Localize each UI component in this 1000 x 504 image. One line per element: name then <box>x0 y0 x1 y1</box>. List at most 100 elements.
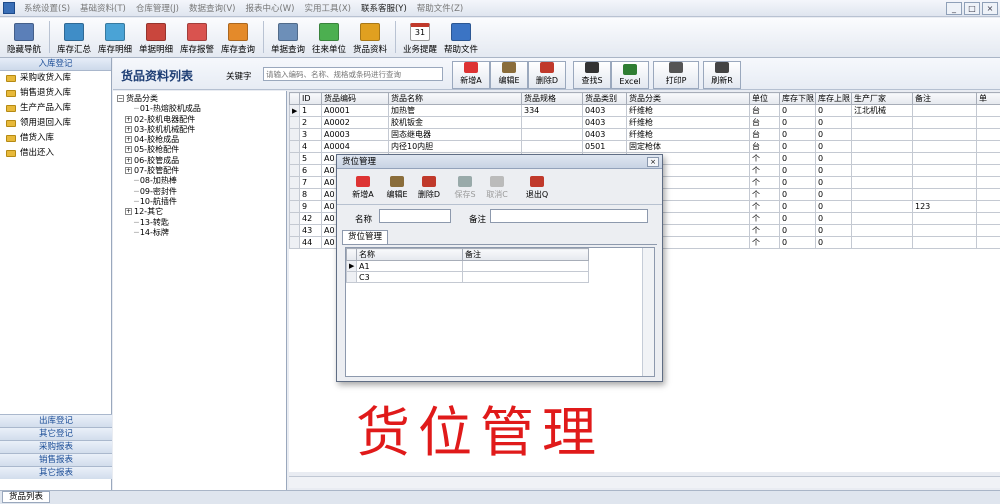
help-file-button[interactable]: 帮助文件 <box>441 23 481 57</box>
row-header[interactable] <box>289 128 300 141</box>
table-cell[interactable]: 个 <box>749 212 780 225</box>
nav-item-5[interactable]: 借出还入 <box>0 146 111 161</box>
expand-icon[interactable]: + <box>125 167 132 175</box>
column-header[interactable]: 货品类别 <box>582 92 627 105</box>
table-cell[interactable] <box>851 200 913 213</box>
expand-icon[interactable]: + <box>125 156 132 164</box>
table-cell[interactable] <box>976 104 1000 117</box>
table-cell[interactable] <box>912 152 977 165</box>
column-header[interactable]: 库存上限 <box>815 92 852 105</box>
table-cell[interactable] <box>851 212 913 225</box>
dialog-cell[interactable]: C3 <box>356 271 463 284</box>
table-cell[interactable]: 5 <box>299 152 322 165</box>
table-cell[interactable]: 内径10内胆 <box>388 140 522 153</box>
table-cell[interactable] <box>976 152 1000 165</box>
table-cell[interactable] <box>851 128 913 141</box>
keyword-search-input[interactable] <box>263 67 443 81</box>
column-header[interactable]: ID <box>299 92 322 105</box>
table-cell[interactable]: 台 <box>749 116 780 129</box>
row-header[interactable] <box>289 188 300 201</box>
table-cell[interactable]: 0403 <box>582 116 627 129</box>
nav-group-0[interactable]: 出库登记 <box>0 414 112 427</box>
tab-location-management[interactable]: 货位管理 <box>342 230 389 244</box>
table-cell[interactable]: A0001 <box>321 104 389 117</box>
tab-goods-list[interactable]: 货品列表 <box>2 491 51 503</box>
table-cell[interactable] <box>851 140 913 153</box>
expand-icon[interactable]: + <box>125 146 132 154</box>
inventory-detail-button[interactable]: 库存明细 <box>95 23 135 57</box>
menu-item-5[interactable]: 实用工具(X) <box>300 2 356 14</box>
close-button[interactable]: × <box>982 2 998 15</box>
table-cell[interactable] <box>976 212 1000 225</box>
table-cell[interactable] <box>521 128 583 141</box>
table-cell[interactable]: 纤维枪 <box>626 128 750 141</box>
table-cell[interactable]: 0 <box>815 188 852 201</box>
table-cell[interactable]: 6 <box>299 164 322 177</box>
table-cell[interactable]: 0 <box>779 152 816 165</box>
table-cell[interactable]: 0 <box>779 212 816 225</box>
menu-item-3[interactable]: 数据查询(V) <box>184 2 240 14</box>
dialog-cancel-button[interactable]: 取消C <box>481 176 513 200</box>
table-cell[interactable]: 加热管 <box>388 104 522 117</box>
table-cell[interactable]: 2 <box>299 116 322 129</box>
table-cell[interactable]: 0 <box>815 140 852 153</box>
excel-button[interactable]: Excel <box>611 61 649 89</box>
tree-node-0[interactable]: ─01-热熔胶机成品 <box>117 104 286 114</box>
table-cell[interactable]: 个 <box>749 164 780 177</box>
table-cell[interactable]: 0 <box>815 116 852 129</box>
dialog-column-header[interactable]: 名称 <box>356 248 463 261</box>
table-cell[interactable] <box>912 236 977 249</box>
table-cell[interactable] <box>976 236 1000 249</box>
nav-group-2[interactable]: 采购报表 <box>0 440 112 453</box>
table-row[interactable]: 3 A0003 固态继电器 0403 纤维枪台 0 0 <box>289 128 1000 141</box>
table-cell[interactable]: 0 <box>779 164 816 177</box>
table-cell[interactable]: 0 <box>779 236 816 249</box>
nav-group-1[interactable]: 其它登记 <box>0 427 112 440</box>
column-header[interactable]: 库存下限 <box>779 92 816 105</box>
table-cell[interactable] <box>912 164 977 177</box>
menu-item-7[interactable]: 帮助文件(Z) <box>412 2 468 14</box>
table-cell[interactable] <box>976 140 1000 153</box>
table-cell[interactable] <box>976 188 1000 201</box>
table-row[interactable]: ▶ 1 A0001 加热管 334 0403 纤维枪台 0 0 江北机械 <box>289 104 1000 117</box>
tree-node-6[interactable]: +07-胶管配件 <box>117 166 286 176</box>
table-cell[interactable] <box>912 212 977 225</box>
dialog-column-header[interactable]: 备注 <box>462 248 589 261</box>
table-cell[interactable] <box>912 224 977 237</box>
dialog-row[interactable]: C3 <box>346 271 589 284</box>
table-cell[interactable]: 0403 <box>582 128 627 141</box>
inventory-query-button[interactable]: 库存查询 <box>218 23 258 57</box>
column-header[interactable]: 备注 <box>912 92 977 105</box>
tree-node-7[interactable]: ─08-加热棒 <box>117 176 286 186</box>
table-cell[interactable]: 0 <box>779 200 816 213</box>
table-cell[interactable] <box>851 164 913 177</box>
print-button[interactable]: 打印P <box>653 61 699 89</box>
table-cell[interactable] <box>912 104 977 117</box>
contacts-button[interactable]: 往来单位 <box>309 23 349 57</box>
dialog-cell[interactable] <box>462 271 589 284</box>
menu-item-2[interactable]: 仓库管理(J) <box>131 2 184 14</box>
column-header[interactable]: 货品名称 <box>388 92 522 105</box>
row-header[interactable] <box>289 164 300 177</box>
table-cell[interactable]: 0 <box>779 224 816 237</box>
nav-item-1[interactable]: 销售退货入库 <box>0 86 111 101</box>
table-cell[interactable]: 0 <box>779 188 816 201</box>
nav-group-4[interactable]: 其它报表 <box>0 466 112 479</box>
dialog-cell[interactable] <box>462 259 589 273</box>
delete-button[interactable]: 删除D <box>528 61 566 89</box>
row-header[interactable] <box>289 212 300 225</box>
dialog-exit-button[interactable]: 退出Q <box>521 176 553 200</box>
dialog-edit-button[interactable]: 编辑E <box>381 176 413 200</box>
table-cell[interactable]: 0 <box>815 152 852 165</box>
table-cell[interactable] <box>912 128 977 141</box>
table-cell[interactable]: 1 <box>299 104 322 117</box>
table-cell[interactable] <box>976 164 1000 177</box>
table-cell[interactable]: 个 <box>749 152 780 165</box>
refresh-button[interactable]: 刷新R <box>703 61 741 89</box>
menu-item-0[interactable]: 系统设置(S) <box>19 2 75 14</box>
dialog-row[interactable]: ▶ A1 <box>346 259 589 273</box>
column-header[interactable]: 单位 <box>749 92 780 105</box>
table-cell[interactable] <box>912 116 977 129</box>
tree-node-9[interactable]: ─10-航插件 <box>117 197 286 207</box>
find-button[interactable]: 查找S <box>573 61 611 89</box>
